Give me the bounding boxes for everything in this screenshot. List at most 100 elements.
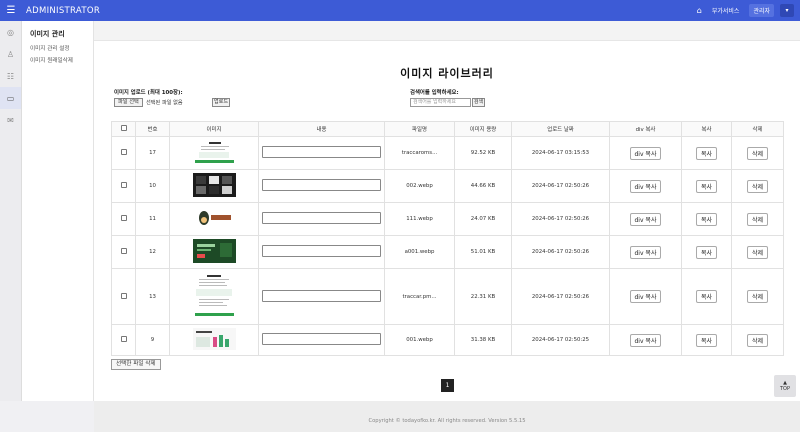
row-number: 11: [135, 202, 170, 236]
thumbnail-image[interactable]: [192, 173, 236, 197]
scroll-top-label: TOP: [779, 386, 790, 392]
delete-button[interactable]: 삭제: [746, 146, 769, 160]
table-row: 13 traccar.pm... 22.31 KB 2024-06-17 02:…: [111, 268, 784, 325]
filename-cell: 002.webp: [384, 169, 455, 203]
delete-button[interactable]: 삭제: [746, 179, 769, 193]
search-label: 검색어를 입력하세요:: [410, 90, 459, 96]
div-copy-cell: div 복사: [609, 324, 682, 356]
file-select-button[interactable]: 파일 선택: [114, 98, 143, 107]
div-copy-cell: div 복사: [609, 136, 682, 170]
copy-button[interactable]: 복사: [695, 290, 718, 303]
select-all-cell: [111, 121, 136, 137]
size-cell: 31.38 KB: [454, 324, 512, 356]
row-number: 12: [135, 235, 170, 269]
header-strip: [94, 21, 800, 41]
content-cell: [258, 324, 385, 356]
thumbnail-image[interactable]: [192, 272, 236, 319]
copy-cell: 복사: [681, 202, 732, 236]
delete-button[interactable]: 삭제: [746, 290, 769, 303]
table-row: 10 002.webp 44.66 KB 2024-06-17 02:50:26: [111, 169, 784, 203]
date-cell: 2024-06-17 02:50:26: [511, 268, 610, 325]
sidebar-item-image-delete[interactable]: 이미지 원래일삭제: [30, 56, 93, 64]
select-all-checkbox[interactable]: [120, 125, 127, 131]
user-icon[interactable]: ♙: [0, 43, 21, 65]
list-icon[interactable]: ☷: [0, 65, 21, 87]
delete-button[interactable]: 삭제: [746, 333, 769, 347]
dashboard-icon[interactable]: ◎: [0, 21, 21, 43]
delete-cell: 삭제: [731, 202, 784, 236]
row-checkbox-cell: [111, 235, 136, 269]
header-no: 번호: [135, 121, 170, 137]
copy-cell: 복사: [681, 324, 732, 356]
icon-rail: ◎ ♙ ☷ ▭ ✉: [0, 21, 22, 401]
div-copy-button[interactable]: div 복사: [629, 290, 662, 303]
admin-menu-button[interactable]: 관리자: [749, 4, 774, 17]
content-cell: [258, 169, 385, 203]
div-copy-button[interactable]: div 복사: [629, 212, 662, 226]
scroll-top-button[interactable]: ▲ TOP: [774, 375, 796, 397]
row-checkbox[interactable]: [120, 182, 127, 188]
home-icon[interactable]: ⌂: [697, 6, 702, 15]
copy-button[interactable]: 복사: [695, 146, 718, 160]
pagination-page[interactable]: 1: [441, 379, 454, 392]
content-cell: [258, 202, 385, 236]
copy-button[interactable]: 복사: [695, 333, 718, 347]
thumbnail-image[interactable]: [192, 208, 236, 228]
service-menu-button[interactable]: 부가서비스: [708, 4, 744, 17]
content-input[interactable]: [262, 245, 381, 257]
filename-cell: traccaroms...: [384, 136, 455, 170]
mail-icon[interactable]: ✉: [0, 109, 21, 131]
row-checkbox[interactable]: [120, 336, 127, 342]
content-cell: [258, 235, 385, 269]
delete-cell: 삭제: [731, 235, 784, 269]
copy-button[interactable]: 복사: [695, 179, 718, 193]
thumbnail-image[interactable]: [192, 328, 236, 350]
copy-button[interactable]: 복사: [695, 212, 718, 226]
content-input[interactable]: [262, 146, 381, 158]
content-input[interactable]: [262, 289, 381, 302]
search-button[interactable]: 검색: [472, 98, 485, 107]
div-copy-button[interactable]: div 복사: [629, 179, 662, 193]
app-brand[interactable]: ADMINISTRATOR: [26, 6, 100, 16]
thumbnail-cell: [169, 268, 259, 325]
div-copy-button[interactable]: div 복사: [629, 146, 662, 160]
size-cell: 22.31 KB: [454, 268, 512, 325]
row-checkbox[interactable]: [120, 248, 127, 254]
div-copy-button[interactable]: div 복사: [629, 245, 662, 259]
delete-button[interactable]: 삭제: [746, 212, 769, 226]
header-copy: 복사: [681, 121, 732, 137]
size-cell: 51.01 KB: [454, 235, 512, 269]
table-row: 9 001.webp 31.38 KB 2024-06-17 02:50:25 …: [111, 324, 784, 356]
footer: Copyright © todayofko.kr. All rights res…: [94, 401, 800, 432]
content-input[interactable]: [262, 212, 381, 224]
sidebar-item-image-settings[interactable]: 이미지 관리 설정: [30, 44, 93, 52]
content-input[interactable]: [262, 333, 381, 345]
chevron-down-icon[interactable]: ▾: [780, 4, 794, 17]
filename-cell: 111.webp: [384, 202, 455, 236]
folder-icon[interactable]: ▭: [0, 87, 21, 109]
upload-button[interactable]: 업로드: [212, 98, 230, 107]
table-row: 11 111.webp 24.07 KB 2024-06-17 02:50:26…: [111, 202, 784, 236]
row-number: 9: [135, 324, 170, 356]
row-checkbox-cell: [111, 136, 136, 170]
size-cell: 44.66 KB: [454, 169, 512, 203]
copy-button[interactable]: 복사: [695, 245, 718, 259]
delete-selected-button[interactable]: 선택한 파일 삭제: [111, 359, 161, 370]
upload-label: 이미지 업로드 (최대 100장):: [114, 90, 183, 96]
thumbnail-image[interactable]: [192, 139, 236, 165]
search-input[interactable]: 검색어를 입력하세요: [410, 98, 471, 107]
row-number: 10: [135, 169, 170, 203]
row-checkbox[interactable]: [120, 215, 127, 221]
hamburger-menu-icon[interactable]: ☰: [0, 5, 22, 16]
copy-cell: 복사: [681, 169, 732, 203]
row-checkbox[interactable]: [120, 292, 127, 299]
row-checkbox[interactable]: [120, 149, 127, 155]
div-copy-button[interactable]: div 복사: [629, 333, 662, 347]
header-date: 업로드 날짜: [511, 121, 610, 137]
content-input[interactable]: [262, 179, 381, 191]
row-number: 13: [135, 268, 170, 325]
file-status-text: 선택된 파일 없음: [146, 100, 183, 106]
thumbnail-cell: [169, 136, 259, 170]
thumbnail-image[interactable]: [192, 239, 236, 263]
delete-button[interactable]: 삭제: [746, 245, 769, 259]
